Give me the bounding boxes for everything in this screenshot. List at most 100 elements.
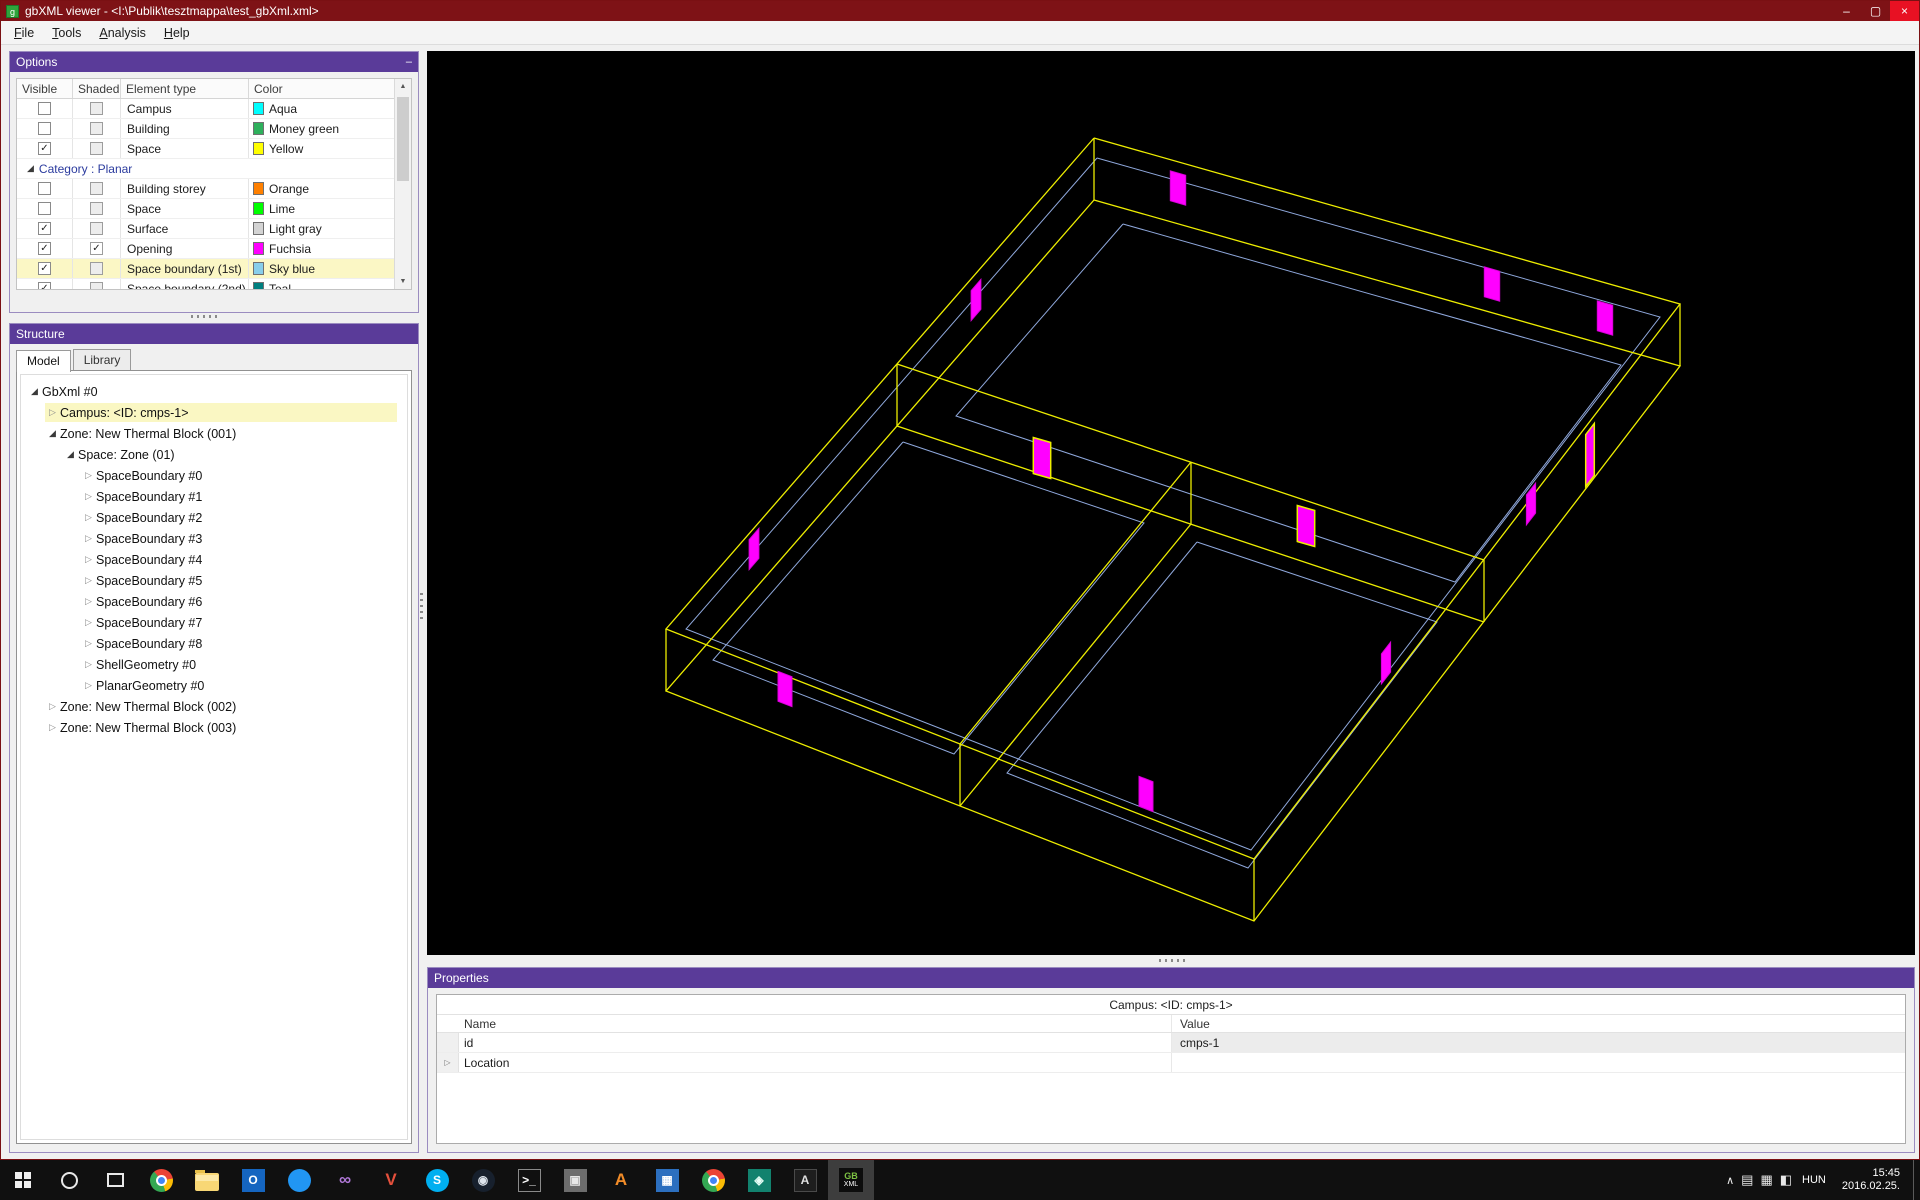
visible-checkbox[interactable]: ✓ <box>38 142 51 155</box>
tree-item[interactable]: ▷ SpaceBoundary #7 <box>21 612 407 633</box>
options-row[interactable]: Building Money green <box>17 119 394 139</box>
tree-item[interactable]: ▷ Zone: New Thermal Block (002) <box>21 696 407 717</box>
taskbar-app-visual-studio[interactable]: ∞ <box>322 1160 368 1200</box>
taskbar-app-steam[interactable]: ◉ <box>460 1160 506 1200</box>
menu-tools[interactable]: Tools <box>43 23 90 43</box>
shaded-checkbox[interactable] <box>90 182 103 195</box>
taskbar-app-v-app[interactable]: V <box>368 1160 414 1200</box>
expander-icon[interactable]: ◢ <box>27 386 42 397</box>
tree-item[interactable]: ▷ SpaceBoundary #4 <box>21 549 407 570</box>
taskbar-app-chrome[interactable] <box>138 1160 184 1200</box>
taskbar-app-colorful-app[interactable] <box>690 1160 736 1200</box>
property-row[interactable]: id cmps-1 <box>437 1033 1905 1053</box>
taskbar-app-skype[interactable]: S <box>414 1160 460 1200</box>
expander-icon[interactable]: ▷ <box>81 596 96 607</box>
taskbar-app-command-prompt[interactable]: >_ <box>506 1160 552 1200</box>
expander-icon[interactable]: ▷ <box>437 1053 459 1072</box>
tree-item[interactable]: ▷ Campus: <ID: cmps-1> <box>21 402 407 423</box>
expander-icon[interactable]: ▷ <box>45 722 60 733</box>
visible-checkbox[interactable] <box>38 202 51 215</box>
shaded-checkbox[interactable] <box>90 222 103 235</box>
taskbar-app-outlook[interactable]: O <box>230 1160 276 1200</box>
visible-checkbox[interactable]: ✓ <box>38 222 51 235</box>
options-row[interactable]: ✓ Surface Light gray <box>17 219 394 239</box>
expander-icon[interactable]: ▷ <box>45 701 60 712</box>
shaded-checkbox[interactable]: ✓ <box>90 242 103 255</box>
taskbar-app-teal-app[interactable]: ◈ <box>736 1160 782 1200</box>
title-bar[interactable]: g gbXML viewer - <I:\Publik\tesztmappa\t… <box>1 1 1919 21</box>
visible-checkbox[interactable]: ✓ <box>38 242 51 255</box>
tree-item[interactable]: ▷ PlanarGeometry #0 <box>21 675 407 696</box>
menu-analysis[interactable]: Analysis <box>90 23 155 43</box>
network-icon[interactable]: ▦ <box>1760 1172 1772 1188</box>
splitter-options-structure[interactable] <box>191 315 221 318</box>
shaded-checkbox[interactable] <box>90 142 103 155</box>
tree-item[interactable]: ▷ SpaceBoundary #8 <box>21 633 407 654</box>
clock[interactable]: 15:45 2016.02.25. <box>1842 1167 1900 1193</box>
scrollbar-thumb[interactable] <box>397 97 409 181</box>
expander-icon[interactable]: ◢ <box>45 428 60 439</box>
language-indicator[interactable]: HUN <box>1799 1174 1829 1186</box>
menu-help[interactable]: Help <box>155 23 199 43</box>
expander-icon[interactable]: ▷ <box>81 554 96 565</box>
expander-icon[interactable]: ▷ <box>45 407 60 418</box>
splitter-viewport-properties[interactable] <box>1159 959 1189 962</box>
expander-icon[interactable]: ▷ <box>81 659 96 670</box>
expander-icon[interactable]: ▷ <box>81 638 96 649</box>
expander-icon[interactable]: ▷ <box>81 680 96 691</box>
visible-checkbox[interactable] <box>38 122 51 135</box>
options-row[interactable]: ✓ Space boundary (2nd) Teal <box>17 279 394 289</box>
expander-icon[interactable]: ▷ <box>81 470 96 481</box>
tab-library[interactable]: Library <box>72 349 132 371</box>
options-row[interactable]: ✓ Space Yellow <box>17 139 394 159</box>
shaded-checkbox[interactable] <box>90 102 103 115</box>
splitter-left-viewport[interactable] <box>420 593 423 619</box>
expander-icon[interactable]: ◢ <box>27 163 34 174</box>
tree-item[interactable]: ◢ Space: Zone (01) <box>21 444 407 465</box>
shaded-checkbox[interactable] <box>90 262 103 275</box>
task-view-button[interactable] <box>92 1160 138 1200</box>
scroll-up-icon[interactable]: ▲ <box>395 79 411 94</box>
taskbar-app-blue-globe-app[interactable] <box>276 1160 322 1200</box>
options-row[interactable]: ✓ ✓ Opening Fuchsia <box>17 239 394 259</box>
taskbar-app-file-explorer[interactable] <box>184 1160 230 1200</box>
show-desktop-button[interactable] <box>1913 1160 1918 1200</box>
options-row[interactable]: ✓ Space boundary (1st) Sky blue <box>17 259 394 279</box>
tree-item[interactable]: ▷ SpaceBoundary #3 <box>21 528 407 549</box>
start-button[interactable] <box>0 1160 46 1200</box>
tree-item[interactable]: ◢ GbXml #0 <box>21 381 407 402</box>
tree-item[interactable]: ▷ SpaceBoundary #5 <box>21 570 407 591</box>
shaded-checkbox[interactable] <box>90 202 103 215</box>
minimize-button[interactable]: – <box>1832 1 1861 21</box>
expander-icon[interactable]: ▷ <box>81 512 96 523</box>
options-scrollbar[interactable]: ▲ ▼ <box>394 79 411 289</box>
expander-icon[interactable]: ◢ <box>63 449 78 460</box>
taskbar-app-orange-a-app[interactable]: A <box>598 1160 644 1200</box>
tree-item[interactable]: ▷ Zone: New Thermal Block (003) <box>21 717 407 738</box>
scroll-down-icon[interactable]: ▼ <box>395 274 411 289</box>
shaded-checkbox[interactable] <box>90 282 103 289</box>
tree-item[interactable]: ◢ Zone: New Thermal Block (001) <box>21 423 407 444</box>
tree-item[interactable]: ▷ SpaceBoundary #1 <box>21 486 407 507</box>
property-row[interactable]: ▷ Location <box>437 1053 1905 1073</box>
maximize-button[interactable]: ▢ <box>1861 1 1890 21</box>
taskbar-app-dark-a-app[interactable]: A <box>782 1160 828 1200</box>
tray-expand-icon[interactable]: ∧ <box>1726 1174 1734 1187</box>
tree-item[interactable]: ▷ SpaceBoundary #2 <box>21 507 407 528</box>
options-row[interactable]: Campus Aqua <box>17 99 394 119</box>
shaded-checkbox[interactable] <box>90 122 103 135</box>
visible-checkbox[interactable] <box>38 182 51 195</box>
tree-item[interactable]: ▷ SpaceBoundary #0 <box>21 465 407 486</box>
visible-checkbox[interactable]: ✓ <box>38 282 51 289</box>
visible-checkbox[interactable] <box>38 102 51 115</box>
collapse-button[interactable]: – <box>406 52 412 72</box>
expander-icon[interactable]: ▷ <box>81 575 96 586</box>
options-row[interactable]: Building storey Orange <box>17 179 394 199</box>
tab-model[interactable]: Model <box>16 350 71 372</box>
search-button[interactable] <box>46 1160 92 1200</box>
touch-keyboard-icon[interactable]: ▤ <box>1741 1172 1753 1188</box>
menu-file[interactable]: File <box>5 23 43 43</box>
taskbar-app-save-tool-app[interactable]: ▦ <box>644 1160 690 1200</box>
tree-item[interactable]: ▷ ShellGeometry #0 <box>21 654 407 675</box>
taskbar-app-gbxml-viewer[interactable]: GB XML <box>828 1160 874 1200</box>
